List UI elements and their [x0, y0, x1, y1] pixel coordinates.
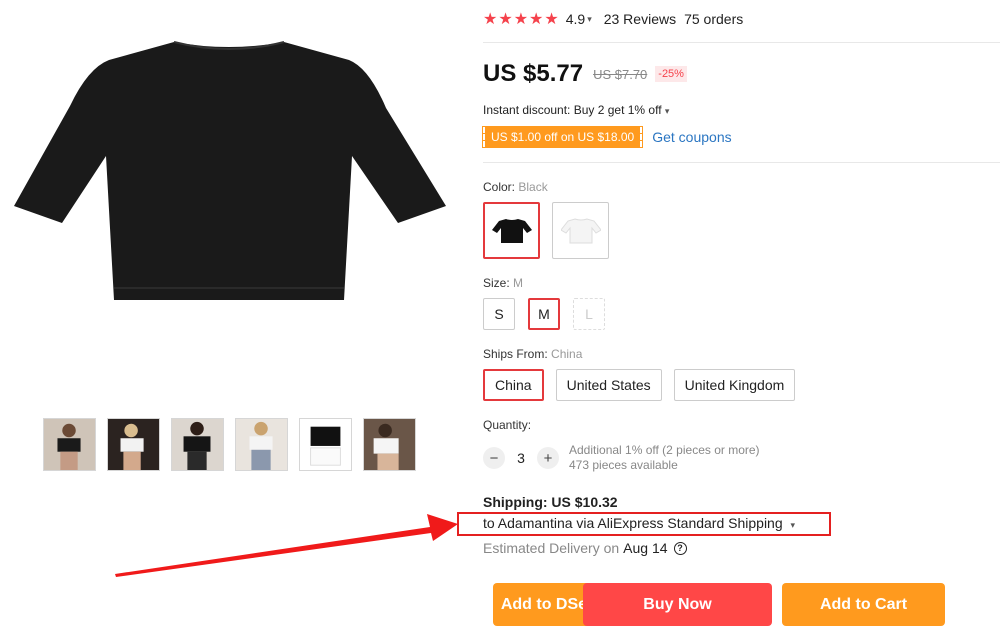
ships-from-label-text: Ships From: [483, 347, 548, 361]
shipping-highlight-box [457, 512, 831, 536]
bulk-discount-note: Additional 1% off (2 pieces or more) [569, 443, 760, 457]
thumbnail-2[interactable] [107, 418, 160, 471]
instant-discount-text: Instant discount: Buy 2 get 1% off [483, 103, 662, 117]
color-option-black[interactable] [483, 202, 540, 259]
coupon-badge[interactable]: US $1.00 off on US $18.00 [481, 126, 644, 148]
rating-row: ★★★★★ 4.9 ▾ 23 Reviews 75 orders [483, 9, 743, 29]
ships-from-united-states[interactable]: United States [555, 369, 662, 401]
estimated-delivery: Estimated Delivery on Aug 14 ? [483, 540, 687, 556]
color-label-text: Color: [483, 180, 516, 194]
shipping-cost: Shipping: US $10.32 [483, 494, 618, 510]
thumbnail-1[interactable] [43, 418, 96, 471]
ships-from-china[interactable]: China [483, 369, 544, 401]
size-options: S M L [483, 298, 605, 330]
delivery-date: Aug 14 [623, 540, 668, 556]
thumbnail-strip [43, 418, 416, 471]
quantity-label: Quantity: [483, 418, 532, 432]
orders-count: 75 orders [684, 11, 744, 27]
size-label-text: Size: [483, 276, 510, 290]
buy-now-button[interactable]: Buy Now [583, 583, 772, 626]
ships-from-options: China United States United Kingdom [483, 369, 796, 401]
color-options [483, 202, 609, 259]
chevron-down-icon[interactable]: ▾ [587, 14, 592, 25]
white-tshirt-swatch [560, 217, 601, 243]
chevron-down-icon: ▾ [664, 106, 670, 116]
quantity-input[interactable]: 3 [505, 450, 537, 466]
color-option-white[interactable] [552, 202, 609, 259]
current-price: US $5.77 [483, 60, 584, 87]
stock-available-note: 473 pieces available [569, 458, 678, 472]
size-option-m[interactable]: M [528, 298, 560, 330]
color-selected-value: Black [518, 180, 548, 194]
size-option-l: L [573, 298, 605, 330]
rating-value[interactable]: 4.9 [566, 11, 585, 27]
size-selected-value: M [513, 276, 524, 290]
quantity-info: Additional 1% off (2 pieces or more) 473… [569, 443, 760, 473]
main-product-image[interactable] [0, 0, 460, 400]
add-to-cart-button[interactable]: Add to Cart [782, 583, 945, 626]
thumbnail-4[interactable] [235, 418, 288, 471]
thumbnail-3[interactable] [171, 418, 224, 471]
color-label: Color: Black [483, 180, 548, 194]
black-tshirt-swatch [491, 218, 532, 243]
quantity-increase-button[interactable]: + [537, 447, 559, 469]
original-price: US $7.70 [593, 66, 648, 82]
delivery-label: Estimated Delivery on [483, 540, 620, 556]
size-option-s[interactable]: S [483, 298, 515, 330]
get-coupons-link[interactable]: Get coupons [652, 129, 731, 145]
divider [483, 162, 1000, 163]
question-circle-icon[interactable]: ? [673, 541, 687, 555]
thumbnail-5[interactable] [299, 418, 352, 471]
quantity-stepper: − 3 + Additional 1% off (2 pieces or mor… [483, 443, 760, 473]
ships-from-label: Ships From: China [483, 347, 582, 361]
divider [483, 42, 1000, 43]
ships-from-united-kingdom[interactable]: United Kingdom [673, 369, 796, 401]
thumbnail-6[interactable] [363, 418, 416, 471]
quantity-decrease-button[interactable]: − [483, 447, 505, 469]
discount-badge: -25% [655, 66, 687, 82]
coupon-row: US $1.00 off on US $18.00 Get coupons [481, 126, 732, 148]
ships-from-selected-value: China [551, 347, 583, 361]
star-rating-icons: ★★★★★ [483, 11, 560, 28]
price-row: US $5.77 US $7.70 -25% [483, 60, 687, 88]
size-label: Size: M [483, 276, 523, 290]
reviews-link[interactable]: 23 Reviews [604, 11, 676, 27]
black-tshirt-image [14, 41, 446, 300]
instant-discount[interactable]: Instant discount: Buy 2 get 1% off ▾ [483, 103, 681, 117]
